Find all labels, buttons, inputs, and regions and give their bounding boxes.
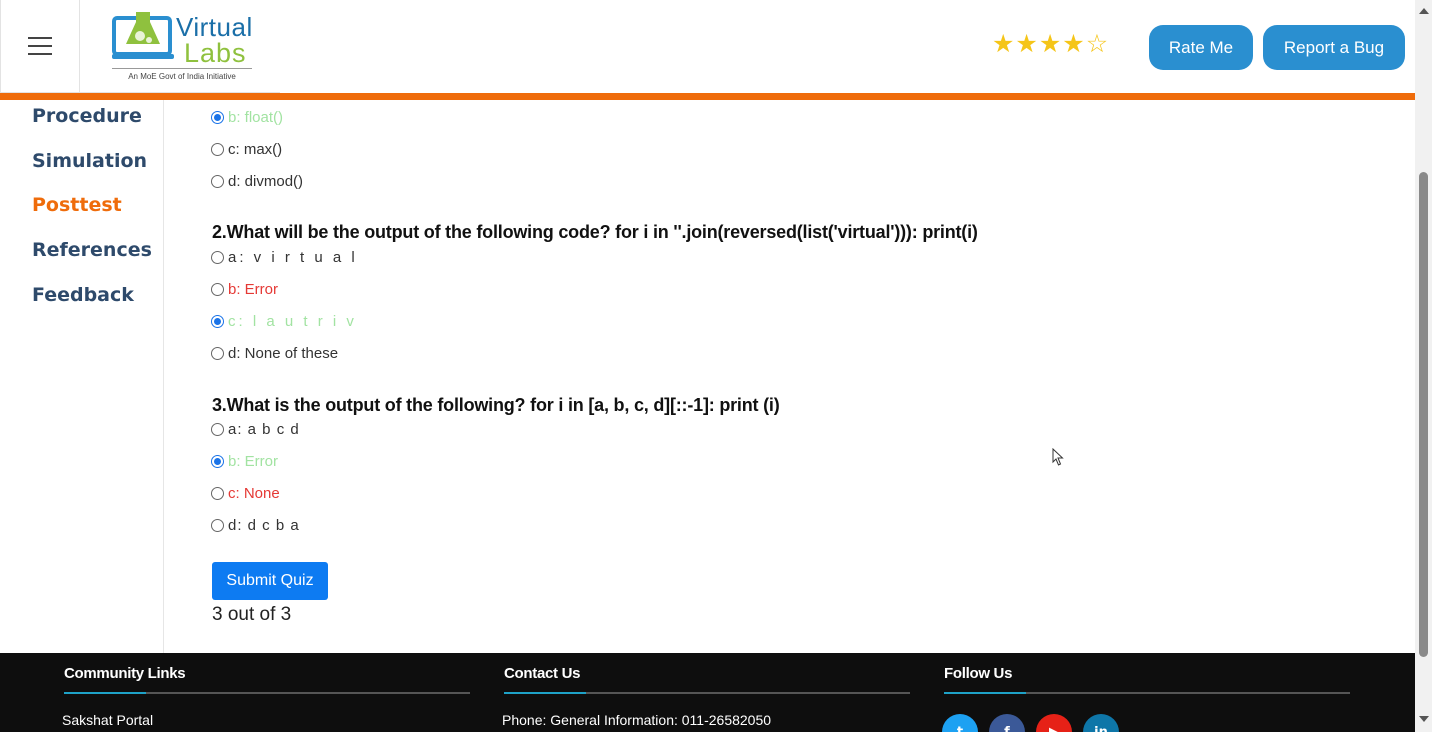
linkedin-icon[interactable]: in (1083, 714, 1119, 732)
option-label: d: d c b a (228, 516, 300, 534)
q1-option-d[interactable]: d: divmod() (211, 172, 303, 190)
q1-option-c[interactable]: c: max() (211, 140, 282, 158)
radio-button[interactable] (211, 454, 224, 468)
radio-button[interactable] (211, 346, 224, 360)
option-label: a: v i r t u a l (228, 248, 358, 266)
footer-link-sakshat[interactable]: Sakshat Portal (62, 712, 470, 728)
page-scrollbar[interactable] (1415, 0, 1432, 732)
footer-divider (504, 692, 910, 694)
sidebar-item-posttest[interactable]: Posttest (32, 194, 122, 216)
option-label: b: Error (228, 452, 279, 470)
question-3-text: 3.What is the output of the following? f… (212, 395, 780, 415)
footer-contact: Contact Us Phone: General Information: 0… (502, 665, 910, 728)
option-label: d: divmod() (228, 172, 304, 190)
option-label: c: l a u t r i v (228, 312, 357, 330)
footer-divider (944, 692, 1350, 694)
radio-button[interactable] (211, 282, 224, 296)
footer-follow-us: Follow Us t f ▶ in (942, 665, 1350, 732)
facebook-icon[interactable]: f (989, 714, 1025, 732)
footer-community-links: Community Links Sakshat Portal (62, 665, 470, 728)
radio-button[interactable] (211, 314, 224, 328)
twitter-icon[interactable]: t (942, 714, 978, 732)
star-filled-icon[interactable]: ★ (1039, 31, 1061, 56)
radio-button[interactable] (211, 422, 224, 436)
logo-tagline: An MoE Govt of India Initiative (112, 68, 252, 81)
q1-option-b[interactable]: b: float() (211, 108, 283, 126)
footer-divider (64, 692, 470, 694)
footer-heading: Follow Us (944, 665, 1013, 682)
star-filled-icon[interactable]: ★ (1015, 31, 1037, 56)
hamburger-icon (28, 37, 52, 55)
q3-option-a[interactable]: a: a b c d (211, 420, 300, 438)
site-footer: Community Links Sakshat Portal Contact U… (0, 653, 1415, 732)
youtube-icon[interactable]: ▶ (1036, 714, 1072, 732)
radio-button[interactable] (211, 518, 224, 532)
sidebar-item-simulation[interactable]: Simulation (32, 150, 147, 172)
q3-option-b[interactable]: b: Error (211, 452, 278, 470)
option-label: c: max() (228, 140, 283, 158)
submit-quiz-button[interactable]: Submit Quiz (212, 562, 328, 600)
radio-button[interactable] (211, 142, 224, 156)
q3-option-c[interactable]: c: None (211, 484, 280, 502)
star-filled-icon[interactable]: ★ (1062, 31, 1084, 56)
q2-option-a[interactable]: a: v i r t u a l (211, 248, 358, 266)
q2-option-d[interactable]: d: None of these (211, 344, 338, 362)
option-label: d: None of these (228, 344, 339, 362)
radio-button[interactable] (211, 486, 224, 500)
q2-option-b[interactable]: b: Error (211, 280, 278, 298)
menu-button[interactable] (0, 0, 80, 93)
footer-contact-phone: Phone: General Information: 011-26582050 (502, 712, 772, 728)
sidebar-item-feedback[interactable]: Feedback (32, 284, 134, 306)
scroll-down-arrow-icon[interactable] (1419, 716, 1429, 722)
radio-button[interactable] (211, 110, 224, 124)
flask-logo-icon (112, 12, 174, 59)
option-label: c: None (228, 484, 280, 502)
site-header: Virtual Labs An MoE Govt of India Initia… (0, 0, 1415, 93)
star-filled-icon[interactable]: ★ (992, 31, 1014, 56)
sidebar-item-references[interactable]: References (32, 239, 152, 261)
q2-option-c[interactable]: c: l a u t r i v (211, 312, 357, 330)
scroll-up-arrow-icon[interactable] (1419, 8, 1429, 14)
radio-button[interactable] (211, 174, 224, 188)
footer-heading: Community Links (64, 665, 186, 682)
option-label: b: Error (228, 280, 279, 298)
posttest-quiz: b: float() c: max() d: divmod() 2.What w… (164, 100, 1415, 653)
logo-word-labs: Labs (184, 38, 247, 68)
option-label: b: float() (228, 108, 284, 126)
report-bug-button[interactable]: Report a Bug (1263, 25, 1405, 70)
sidebar-item-procedure[interactable]: Procedure (32, 105, 142, 127)
q3-option-d[interactable]: d: d c b a (211, 516, 300, 534)
rating-stars[interactable]: ★ ★ ★ ★ ☆ (992, 31, 1108, 56)
virtual-labs-logo[interactable]: Virtual Labs An MoE Govt of India Initia… (80, 0, 280, 93)
social-links: t f ▶ in (942, 714, 1350, 732)
header-accent-bar (0, 93, 1415, 100)
option-label: a: a b c d (228, 420, 300, 438)
question-2-text: 2.What will be the output of the followi… (212, 222, 978, 242)
mouse-cursor-icon (1052, 448, 1064, 466)
quiz-score: 3 out of 3 (212, 604, 292, 625)
star-empty-icon[interactable]: ☆ (1086, 31, 1108, 56)
scroll-thumb[interactable] (1419, 172, 1428, 657)
rate-me-button[interactable]: Rate Me (1149, 25, 1253, 70)
radio-button[interactable] (211, 250, 224, 264)
sidebar-nav: Procedure Simulation Posttest References… (0, 100, 164, 653)
footer-heading: Contact Us (504, 665, 581, 682)
